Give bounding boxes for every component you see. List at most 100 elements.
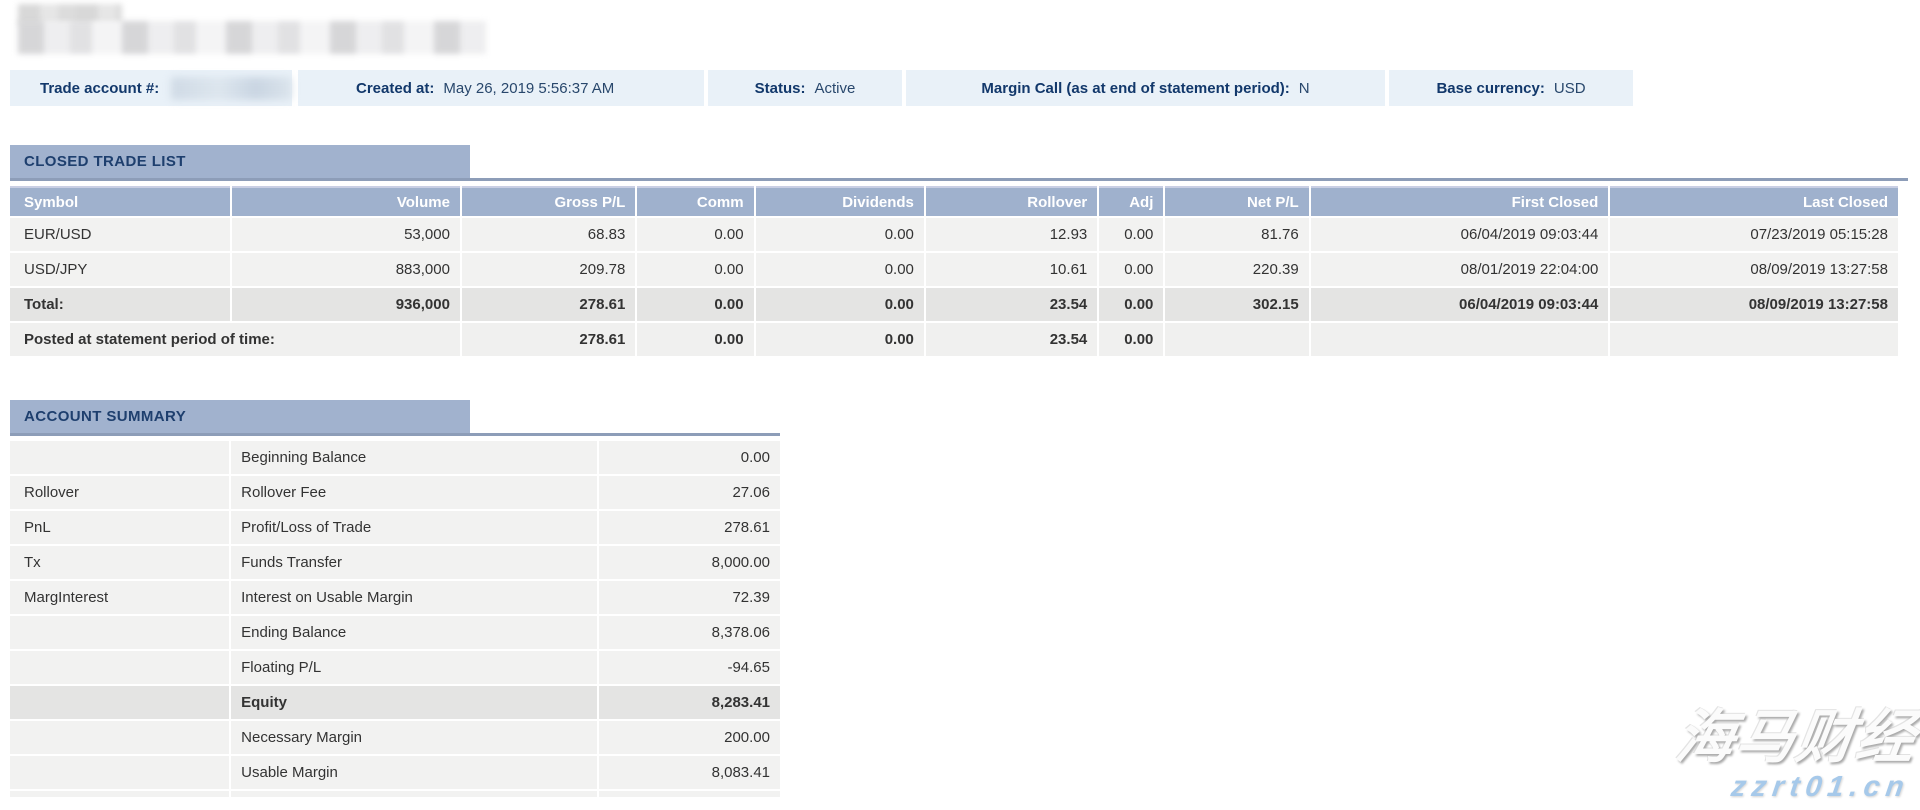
statement-page: Trade account #: Created at: May 26, 2019 …	[0, 0, 1920, 810]
account-summary-section-header: ACCOUNT SUMMARY	[10, 400, 780, 436]
closed-trade-list-title: CLOSED TRADE LIST	[10, 145, 470, 178]
table-cell: MargInterest	[10, 581, 229, 614]
info-value: May 26, 2019 5:56:37 AM	[443, 80, 614, 97]
table-cell: 936,000	[232, 288, 459, 321]
table-cell: 23.54	[926, 288, 1097, 321]
table-cell	[10, 616, 229, 649]
table-cell: 209.78	[462, 253, 635, 286]
table-cell: 0.00	[637, 288, 753, 321]
column-header: Net P/L	[1165, 186, 1308, 216]
summary-row: Beginning Balance0.00	[10, 441, 780, 474]
info-value: USD	[1554, 80, 1586, 97]
table-cell: 0.00	[637, 323, 753, 356]
watermark-brand-text: 海马财经	[1672, 708, 1920, 769]
table-cell: Beginning Balance	[231, 441, 597, 474]
table-cell: Equity	[231, 686, 597, 719]
table-cell: 12.93	[926, 218, 1097, 251]
column-header: Symbol	[10, 186, 230, 216]
table-cell: 8,083.41	[599, 756, 780, 789]
table-cell	[1165, 323, 1308, 356]
table-cell: 0.00	[637, 253, 753, 286]
table-cell: 0.00	[756, 288, 924, 321]
redacted-account-number	[171, 77, 292, 100]
table-cell: Total:	[10, 288, 230, 321]
table-cell: 06/04/2019 09:03:44	[1311, 288, 1609, 321]
table-cell: 220.39	[1165, 253, 1308, 286]
table-cell: 0.00	[599, 441, 780, 474]
table-cell	[1311, 323, 1609, 356]
table-cell: Ending Balance	[231, 616, 597, 649]
table-cell: 06/04/2019 09:03:44	[1311, 218, 1609, 251]
info-cell: Trade account #:	[10, 70, 292, 106]
header-row: SymbolVolumeGross P/LCommDividendsRollov…	[10, 186, 1898, 216]
table-cell: 08/09/2019 13:27:58	[1610, 288, 1898, 321]
table-cell: Profit/Loss of Trade	[231, 511, 597, 544]
table-cell	[10, 756, 229, 789]
summary-row: PnLProfit/Loss of Trade278.61	[10, 511, 780, 544]
info-label: Base currency:	[1436, 80, 1544, 97]
closed-trade-list-body: EUR/USD53,00068.830.000.0012.930.0081.76…	[10, 218, 1898, 356]
table-row: USD/JPY883,000209.780.000.0010.610.00220…	[10, 253, 1898, 286]
table-cell: PnL	[10, 511, 229, 544]
table-cell: 10.61	[926, 253, 1097, 286]
table-cell: 200.00	[599, 721, 780, 754]
table-cell: Rollover	[10, 476, 229, 509]
table-cell: 08/01/2019 22:04:00	[1311, 253, 1609, 286]
account-summary-body: Beginning Balance0.00RolloverRollover Fe…	[10, 441, 780, 797]
table-cell: 278.61	[599, 511, 780, 544]
column-header: Comm	[637, 186, 753, 216]
table-cell: EUR/USD	[10, 218, 230, 251]
summary-row: Usable Margin8,083.41	[10, 756, 780, 789]
table-cell	[231, 791, 597, 797]
table-cell: 0.00	[756, 323, 924, 356]
table-cell: Tx	[10, 546, 229, 579]
column-header: Adj	[1099, 186, 1163, 216]
table-cell	[1610, 323, 1898, 356]
account-info-bar: Trade account #: Created at: May 26, 2019 …	[10, 70, 1633, 106]
info-value: N	[1299, 80, 1310, 97]
account-summary-table: Beginning Balance0.00RolloverRollover Fe…	[8, 439, 782, 799]
column-header: Gross P/L	[462, 186, 635, 216]
table-row: Total:936,000278.610.000.0023.540.00302.…	[10, 288, 1898, 321]
table-cell: 0.00	[637, 218, 753, 251]
table-cell: 81.76	[1165, 218, 1308, 251]
column-header: Last Closed	[1610, 186, 1898, 216]
table-cell: 72.39	[599, 581, 780, 614]
table-cell: 23.54	[926, 323, 1097, 356]
table-cell: 0.00	[1099, 288, 1163, 321]
column-header: First Closed	[1311, 186, 1609, 216]
table-cell: USD/JPY	[10, 253, 230, 286]
closed-trade-list-section-header: CLOSED TRADE LIST	[10, 145, 1908, 181]
summary-row: Ending Balance8,378.06	[10, 616, 780, 649]
summary-row: TxFunds Transfer8,000.00	[10, 546, 780, 579]
watermark-url-text: zzrt01.cn	[1667, 771, 1912, 804]
table-cell: 278.61	[462, 288, 635, 321]
partial-row	[10, 791, 780, 797]
info-cell: Status:Active	[708, 70, 902, 106]
summary-row: MargInterestInterest on Usable Margin72.…	[10, 581, 780, 614]
table-cell: 302.15	[1165, 288, 1308, 321]
table-cell: 278.61	[462, 323, 635, 356]
table-cell: Usable Margin	[231, 756, 597, 789]
table-row: EUR/USD53,00068.830.000.0012.930.0081.76…	[10, 218, 1898, 251]
info-label: Created at:	[356, 80, 434, 97]
table-cell: Floating P/L	[231, 651, 597, 684]
table-cell: Posted at statement period of time:	[10, 323, 460, 356]
table-cell: Interest on Usable Margin	[231, 581, 597, 614]
table-cell	[10, 686, 229, 719]
table-cell	[10, 441, 229, 474]
summary-row: Equity8,283.41	[10, 686, 780, 719]
table-cell: 53,000	[232, 218, 459, 251]
info-label: Margin Call (as at end of statement peri…	[981, 80, 1289, 97]
table-cell: -94.65	[599, 651, 780, 684]
summary-row: Necessary Margin200.00	[10, 721, 780, 754]
table-cell	[10, 791, 229, 797]
table-cell: 0.00	[1099, 253, 1163, 286]
table-cell: 8,378.06	[599, 616, 780, 649]
blurred-logo-bottom	[18, 21, 486, 54]
closed-trade-list-table: SymbolVolumeGross P/LCommDividendsRollov…	[8, 184, 1900, 358]
info-label: Trade account #:	[40, 80, 159, 97]
info-cell: Base currency: USD	[1389, 70, 1633, 106]
table-cell: 0.00	[1099, 323, 1163, 356]
account-summary-title: ACCOUNT SUMMARY	[10, 400, 470, 433]
